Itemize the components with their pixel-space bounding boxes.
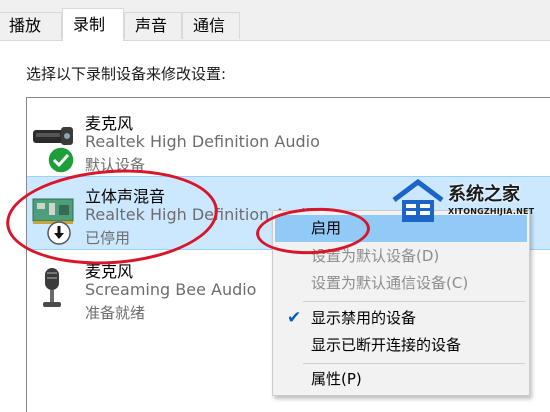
- disabled-arrow-icon: [47, 221, 71, 249]
- device-description: Screaming Bee Audio: [85, 280, 257, 299]
- recording-tab-window: 播放 录制 声音 通信 选择以下录制设备来修改设置: 麦克风 Realtek H…: [0, 0, 550, 412]
- device-status: 默认设备: [85, 156, 146, 174]
- menu-item-label: 设置为默认设备(D): [311, 247, 440, 265]
- tab-label: 播放: [9, 16, 42, 35]
- device-status: 准备就绪: [85, 304, 146, 322]
- menu-separator: [303, 301, 525, 302]
- tab-label: 通信: [193, 16, 226, 35]
- device-status: 已停用: [85, 229, 131, 247]
- menu-item-label: 显示已断开连接的设备: [311, 336, 462, 354]
- watermark-title: 系统之家: [448, 184, 520, 205]
- menu-item-show-disabled[interactable]: ✔ 显示禁用的设备: [275, 305, 527, 332]
- tab-bar: 播放 录制 声音 通信: [0, 0, 550, 41]
- tab-recording[interactable]: 录制: [62, 8, 124, 41]
- tab-label: 声音: [135, 16, 168, 35]
- checkmark-icon: ✔: [287, 308, 302, 328]
- menu-separator: [303, 363, 525, 364]
- device-name: 立体声混音: [85, 187, 166, 206]
- tab-sounds[interactable]: 声音: [124, 12, 182, 39]
- watermark-subtitle: XITONGZHIJIA.NET: [448, 207, 535, 216]
- device-name: 麦克风: [85, 262, 134, 281]
- site-watermark: 系统之家 XITONGZHIJIA.NET: [390, 176, 550, 232]
- tab-communications[interactable]: 通信: [182, 12, 240, 39]
- instruction-text: 选择以下录制设备来修改设置:: [26, 65, 227, 83]
- menu-item-set-default-communication[interactable]: 设置为默认通信设备(C): [275, 270, 527, 297]
- default-check-icon: [47, 146, 75, 178]
- tab-playback[interactable]: 播放: [0, 12, 62, 39]
- menu-item-label: 设置为默认通信设备(C): [311, 274, 469, 292]
- device-name: 麦克风: [85, 114, 134, 133]
- menu-item-set-default[interactable]: 设置为默认设备(D): [275, 243, 527, 270]
- context-menu: 启用 设置为默认设备(D) 设置为默认通信设备(C) ✔ 显示禁用的设备 显示已…: [272, 210, 530, 396]
- menu-item-show-disconnected[interactable]: 显示已断开连接的设备: [275, 332, 527, 359]
- menu-item-label: 属性(P): [311, 370, 362, 388]
- device-item-microphone-realtek[interactable]: 麦克风 Realtek High Definition Audio 默认设备: [27, 102, 550, 176]
- desk-microphone-icon: [39, 266, 65, 316]
- device-description: Realtek High Definition Audio: [85, 132, 320, 151]
- house-logo-icon: [392, 178, 444, 222]
- menu-item-label: 启用: [311, 219, 342, 237]
- menu-item-label: 显示禁用的设备: [311, 309, 417, 327]
- menu-item-properties[interactable]: 属性(P): [275, 366, 527, 393]
- tab-label: 录制: [73, 15, 106, 34]
